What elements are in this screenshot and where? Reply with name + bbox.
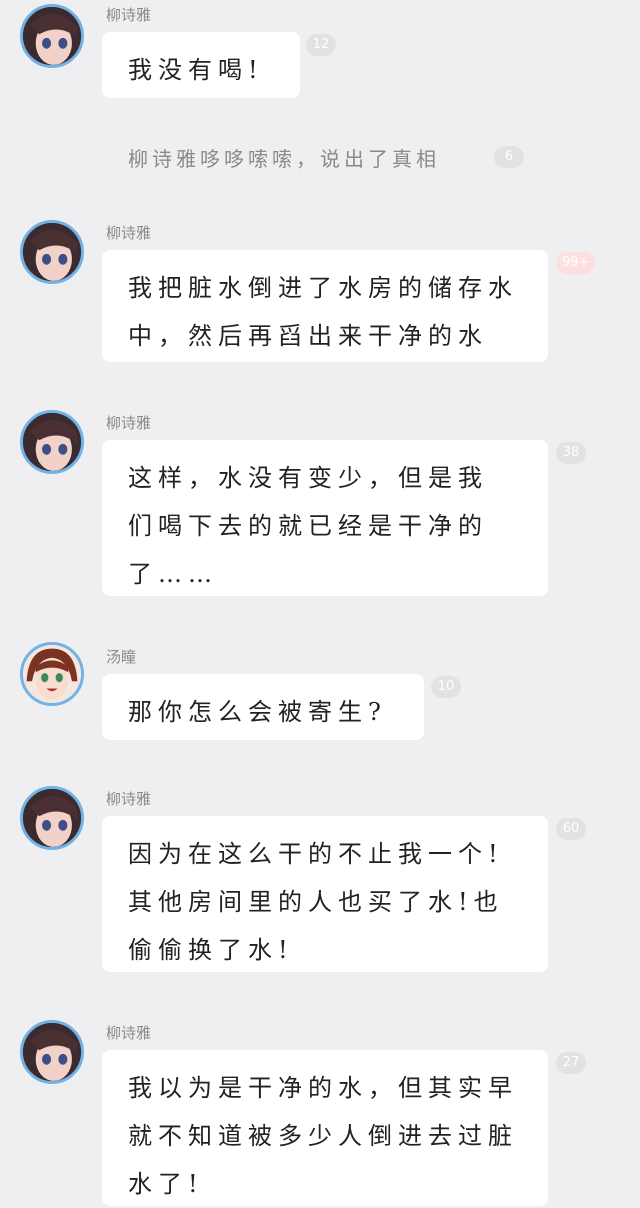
avatar-portrait-icon (23, 1023, 81, 1081)
sender-name: 柳诗雅 (106, 414, 152, 432)
system-note-badge: 6 (494, 146, 524, 168)
message-bubble[interactable]: 因为在这么干的不止我一个! 其他房间里的人也买了水!也 偷偷换了水! (102, 816, 548, 972)
avatar-portrait-icon (23, 789, 81, 847)
message-badge: 10 (431, 676, 461, 698)
message-badge: 12 (306, 34, 336, 56)
avatar-portrait-icon (23, 223, 81, 281)
avatar[interactable] (20, 642, 84, 706)
message-bubble[interactable]: 这样，水没有变少，但是我 们喝下去的就已经是干净的 了…… (102, 440, 548, 596)
message-badge: 27 (556, 1052, 586, 1074)
message-bubble[interactable]: 我以为是干净的水，但其实早 就不知道被多少人倒进去过脏 水了! (102, 1050, 548, 1206)
avatar-portrait-icon (23, 7, 81, 65)
message-bubble[interactable]: 我没有喝! (102, 32, 300, 98)
sender-name: 柳诗雅 (106, 790, 152, 808)
message-badge: 60 (556, 818, 586, 840)
sender-name: 柳诗雅 (106, 224, 152, 242)
avatar[interactable] (20, 410, 84, 474)
sender-name: 柳诗雅 (106, 1024, 152, 1042)
avatar-portrait-icon (23, 413, 81, 471)
message-bubble[interactable]: 那你怎么会被寄生? (102, 674, 424, 740)
message-bubble[interactable]: 我把脏水倒进了水房的储存水 中，然后再舀出来干净的水 (102, 250, 548, 362)
avatar[interactable] (20, 1020, 84, 1084)
system-note: 柳诗雅哆哆嗦嗦，说出了真相 (128, 147, 440, 171)
avatar[interactable] (20, 220, 84, 284)
message-badge: 99+ (556, 252, 596, 274)
avatar[interactable] (20, 4, 84, 68)
avatar-portrait-icon (23, 645, 81, 703)
sender-name: 汤瞳 (106, 648, 137, 666)
avatar[interactable] (20, 786, 84, 850)
sender-name: 柳诗雅 (106, 6, 152, 24)
message-badge: 38 (556, 442, 586, 464)
